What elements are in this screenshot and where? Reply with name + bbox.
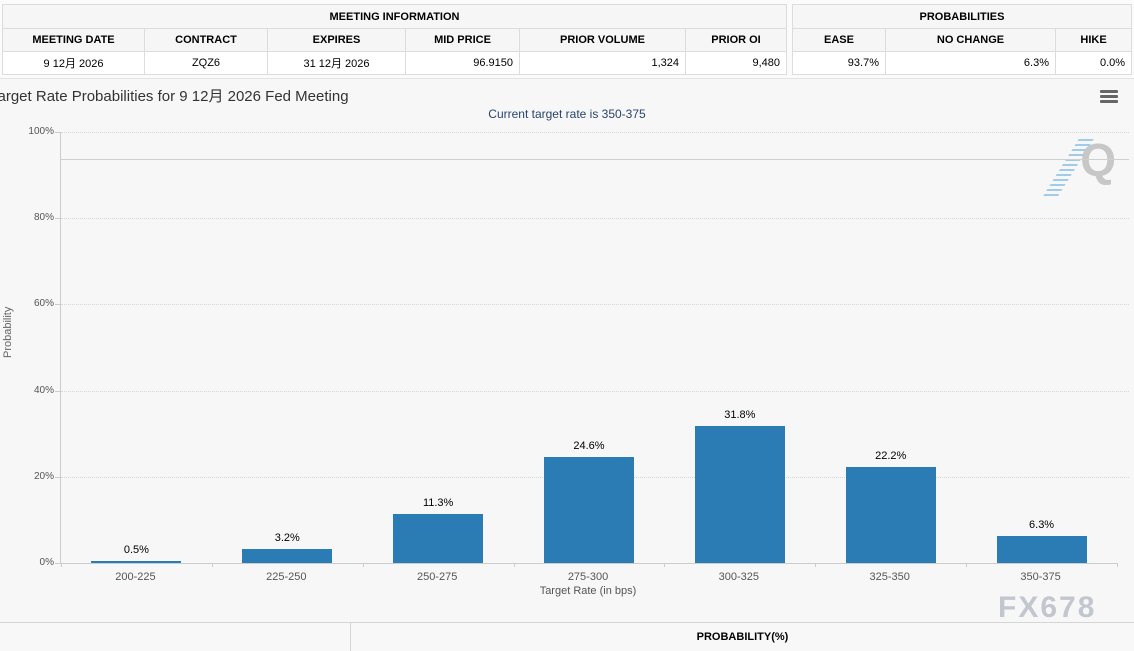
hamburger-menu-icon[interactable] bbox=[1100, 90, 1118, 103]
y-tick-label: 20% bbox=[0, 471, 54, 482]
y-tick-label: 40% bbox=[0, 385, 54, 396]
x-tick-label: 275-300 bbox=[528, 571, 648, 583]
bar-value-label: 0.5% bbox=[91, 544, 181, 556]
y-axis-tick bbox=[55, 304, 60, 305]
chart-title: Target Rate Probabilities for 9 12月 2026… bbox=[0, 85, 349, 106]
x-tick-label: 300-325 bbox=[679, 571, 799, 583]
reference-line bbox=[61, 159, 1129, 160]
y-axis-tick bbox=[55, 132, 60, 133]
x-tick-label: 225-250 bbox=[226, 571, 346, 583]
bottom-bar-left-cell bbox=[0, 623, 351, 651]
bar-value-label: 11.3% bbox=[393, 497, 483, 509]
col-hike: HIKE bbox=[1056, 29, 1132, 52]
meeting-information-title: MEETING INFORMATION bbox=[3, 5, 787, 29]
contract-value: ZQZ6 bbox=[145, 52, 268, 75]
mid-price-value: 96.9150 bbox=[406, 52, 520, 75]
bar-value-label: 24.6% bbox=[544, 440, 634, 452]
y-axis-tick bbox=[55, 477, 60, 478]
x-axis-tick bbox=[815, 563, 816, 567]
col-prior-oi: PRIOR OI bbox=[686, 29, 787, 52]
col-meeting-date: MEETING DATE bbox=[3, 29, 145, 52]
col-mid-price: MID PRICE bbox=[406, 29, 520, 52]
hike-value: 0.0% bbox=[1056, 52, 1132, 75]
col-ease: EASE bbox=[793, 29, 886, 52]
bar-value-label: 3.2% bbox=[242, 532, 332, 544]
meeting-information-table: MEETING INFORMATION MEETING DATE CONTRAC… bbox=[2, 4, 787, 75]
probabilities-value-row: 93.7% 6.3% 0.0% bbox=[793, 52, 1132, 75]
top-tables-strip: MEETING INFORMATION MEETING DATE CONTRAC… bbox=[0, 0, 1134, 78]
y-tick-label: 0% bbox=[0, 557, 54, 568]
bar[interactable] bbox=[544, 457, 634, 563]
gridline bbox=[61, 218, 1129, 219]
ease-value: 93.7% bbox=[793, 52, 886, 75]
col-expires: EXPIRES bbox=[268, 29, 406, 52]
probabilities-table: PROBABILITIES EASE NO CHANGE HIKE 93.7% … bbox=[792, 4, 1132, 75]
probabilities-title: PROBABILITIES bbox=[793, 5, 1132, 29]
expires-value: 31 12月 2026 bbox=[268, 52, 406, 75]
meeting-date-value: 9 12月 2026 bbox=[3, 52, 145, 75]
y-axis-tick bbox=[55, 218, 60, 219]
x-axis-tick bbox=[514, 563, 515, 567]
probability-header: PROBABILITY(%) bbox=[351, 623, 1134, 651]
x-axis-tick bbox=[966, 563, 967, 567]
bar-value-label: 31.8% bbox=[695, 409, 785, 421]
y-axis-tick bbox=[55, 391, 60, 392]
bar-value-label: 6.3% bbox=[997, 519, 1087, 531]
col-prior-volume: PRIOR VOLUME bbox=[520, 29, 686, 52]
y-axis-tick bbox=[55, 563, 60, 564]
plot-area: 0.5% 3.2% 11.3% 24.6% 31.8% 22.2% 6.3% bbox=[60, 132, 1117, 564]
x-tick-label: 250-275 bbox=[377, 571, 497, 583]
bar[interactable] bbox=[91, 561, 181, 563]
bar[interactable] bbox=[393, 514, 483, 563]
x-tick-label: 325-350 bbox=[830, 571, 950, 583]
prior-volume-value: 1,324 bbox=[520, 52, 686, 75]
gridline bbox=[61, 391, 1129, 392]
x-tick-label: 350-375 bbox=[981, 571, 1101, 583]
bar[interactable] bbox=[846, 467, 936, 563]
fx678-watermark: FX678 bbox=[998, 591, 1096, 625]
gridline bbox=[61, 304, 1129, 305]
meeting-information-header-row: MEETING DATE CONTRACT EXPIRES MID PRICE … bbox=[3, 29, 787, 52]
bar[interactable] bbox=[695, 426, 785, 563]
prior-oi-value: 9,480 bbox=[686, 52, 787, 75]
col-no-change: NO CHANGE bbox=[886, 29, 1056, 52]
x-axis-title: Target Rate (in bps) bbox=[60, 585, 1116, 597]
gridline bbox=[61, 132, 1129, 133]
x-axis-tick bbox=[664, 563, 665, 567]
x-axis-tick bbox=[212, 563, 213, 567]
fed-target-rate-chart: Target Rate Probabilities for 9 12月 2026… bbox=[0, 78, 1134, 623]
x-axis-tick bbox=[61, 563, 62, 567]
x-tick-label: 200-225 bbox=[75, 571, 195, 583]
no-change-value: 6.3% bbox=[886, 52, 1056, 75]
probabilities-header-row: EASE NO CHANGE HIKE bbox=[793, 29, 1132, 52]
y-tick-label: 80% bbox=[0, 212, 54, 223]
col-contract: CONTRACT bbox=[145, 29, 268, 52]
y-tick-label: 100% bbox=[0, 126, 54, 137]
bar-value-label: 22.2% bbox=[846, 450, 936, 462]
bar[interactable] bbox=[242, 549, 332, 563]
x-axis-tick bbox=[363, 563, 364, 567]
chart-subtitle: Current target rate is 350-375 bbox=[0, 107, 1134, 121]
bottom-probability-bar: PROBABILITY(%) bbox=[0, 622, 1134, 651]
bar[interactable] bbox=[997, 536, 1087, 563]
x-axis-tick bbox=[1117, 563, 1118, 567]
meeting-information-value-row: 9 12月 2026 ZQZ6 31 12月 2026 96.9150 1,32… bbox=[3, 52, 787, 75]
y-tick-label: 60% bbox=[0, 298, 54, 309]
